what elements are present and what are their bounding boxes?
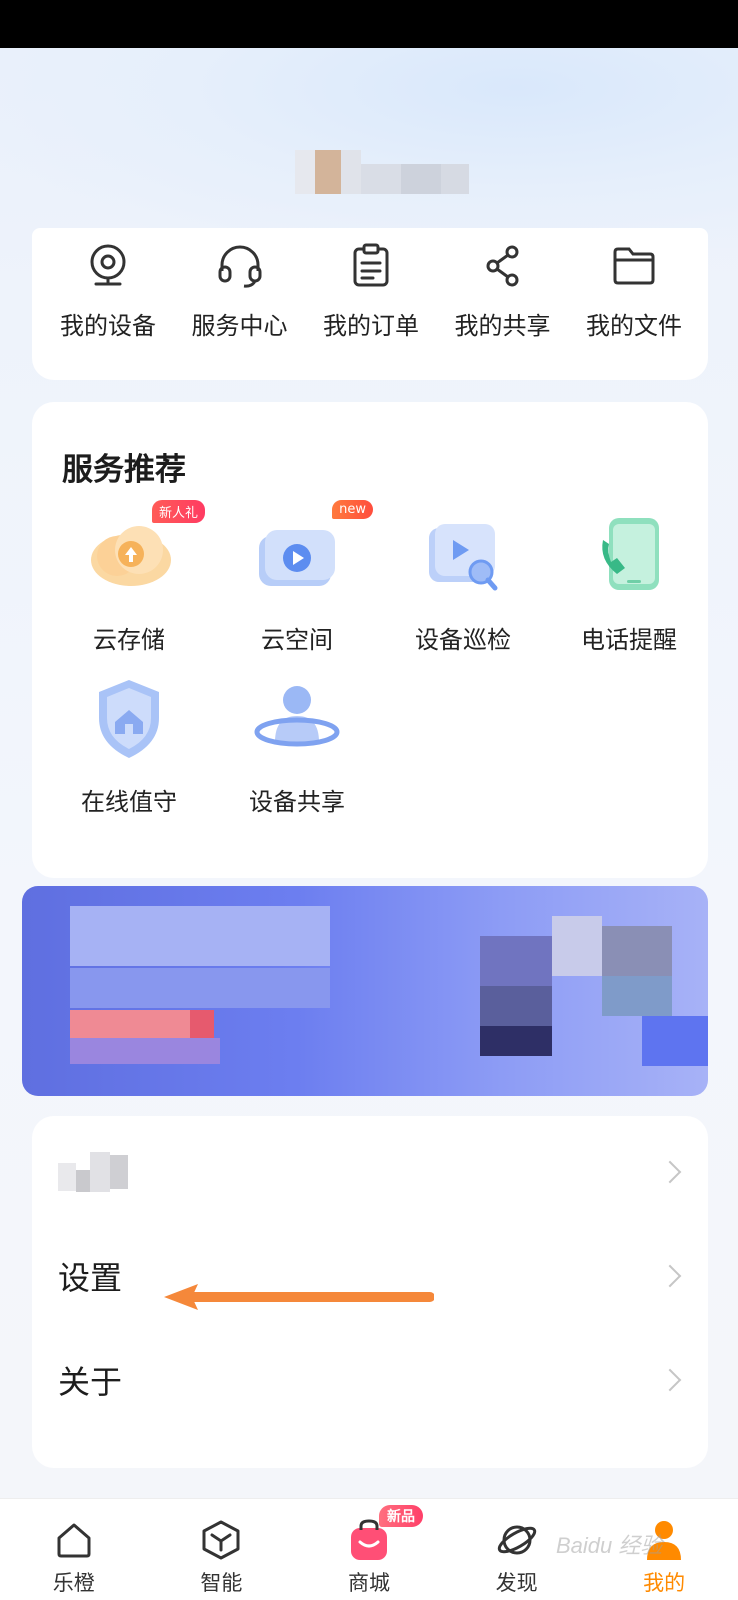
quick-action-my-share[interactable]: 我的共享 xyxy=(439,240,567,341)
tab-badge: 新品 xyxy=(378,1505,423,1527)
service-recommend-card: 服务推荐 新人礼 云存储 new 云空间 设备巡检 电话提醒 在线值守 设备共享 xyxy=(32,402,708,878)
watermark-logo: Baidu 经验 xyxy=(556,1533,663,1558)
quick-action-my-orders[interactable]: 我的订单 xyxy=(307,240,435,341)
service-label: 设备共享 xyxy=(249,788,345,816)
promo-banner-redacted[interactable] xyxy=(22,886,708,1096)
service-badge: 新人礼 xyxy=(151,500,205,523)
quick-action-my-devices[interactable]: 我的设备 xyxy=(44,240,172,341)
order-icon xyxy=(345,240,397,292)
service-label: 设备巡检 xyxy=(415,626,511,654)
cube-icon xyxy=(198,1517,244,1563)
username-redacted xyxy=(295,148,469,196)
service-label: 云存储 xyxy=(93,626,165,654)
tab-smart[interactable]: 智能 xyxy=(161,1499,281,1597)
quick-action-label: 我的共享 xyxy=(454,312,551,340)
service-cloud-storage[interactable]: 新人礼 云存储 xyxy=(44,500,214,655)
section-title: 服务推荐 xyxy=(62,452,186,488)
headset-icon xyxy=(214,240,266,292)
service-device-inspection[interactable]: 设备巡检 xyxy=(378,510,548,655)
service-label: 云空间 xyxy=(261,626,333,654)
quick-action-label: 我的订单 xyxy=(323,312,419,340)
status-bar xyxy=(0,0,738,48)
annotation-arrow-icon xyxy=(164,1284,434,1310)
quick-action-my-files[interactable]: 我的文件 xyxy=(570,240,698,341)
service-label: 电话提醒 xyxy=(581,626,677,654)
share-icon xyxy=(477,240,529,292)
tab-label: 商城 xyxy=(347,1571,390,1595)
planet-icon xyxy=(494,1517,540,1563)
quick-action-label: 我的文件 xyxy=(586,312,682,340)
service-device-share[interactable]: 设备共享 xyxy=(212,672,382,817)
tab-label: 乐橙 xyxy=(52,1571,95,1595)
settings-label: 设置 xyxy=(58,1259,123,1297)
home-icon xyxy=(51,1517,97,1563)
tab-label: 智能 xyxy=(200,1571,243,1595)
camera-icon xyxy=(82,240,134,292)
about-label: 关于 xyxy=(58,1363,123,1401)
tab-label: 发现 xyxy=(495,1571,538,1595)
service-badge: new xyxy=(332,500,373,519)
quick-actions-card: 我的设备 服务中心 我的订单 我的共享 我的文件 xyxy=(32,228,708,380)
chevron-right-icon xyxy=(658,1264,682,1288)
chevron-right-icon xyxy=(658,1160,682,1184)
cloud-video-icon: new xyxy=(249,500,373,606)
tab-home[interactable]: 乐橙 xyxy=(14,1499,134,1597)
phone-icon xyxy=(581,510,677,606)
menu-item-settings[interactable]: 设置 xyxy=(32,1224,708,1328)
device-inspection-icon xyxy=(415,510,511,606)
quick-action-label: 服务中心 xyxy=(191,312,288,340)
user-orbit-icon xyxy=(249,672,345,768)
tab-label: 我的 xyxy=(643,1571,686,1595)
service-online-guard[interactable]: 在线值守 xyxy=(44,672,214,817)
menu-item-redacted[interactable] xyxy=(32,1120,708,1224)
service-cloud-space[interactable]: new 云空间 xyxy=(212,500,382,655)
quick-action-service-center[interactable]: 服务中心 xyxy=(176,240,304,341)
menu-item-about[interactable]: 关于 xyxy=(32,1328,708,1432)
cloud-upload-icon: 新人礼 xyxy=(81,500,205,606)
quick-action-label: 我的设备 xyxy=(60,312,156,340)
menu-label-redacted xyxy=(58,1152,128,1192)
tab-shop[interactable]: 新品 商城 xyxy=(309,1499,429,1597)
service-label: 在线值守 xyxy=(81,788,177,816)
service-phone-reminder[interactable]: 电话提醒 xyxy=(544,510,714,655)
folder-icon xyxy=(608,240,660,292)
chevron-right-icon xyxy=(658,1368,682,1392)
shield-home-icon xyxy=(81,672,177,768)
